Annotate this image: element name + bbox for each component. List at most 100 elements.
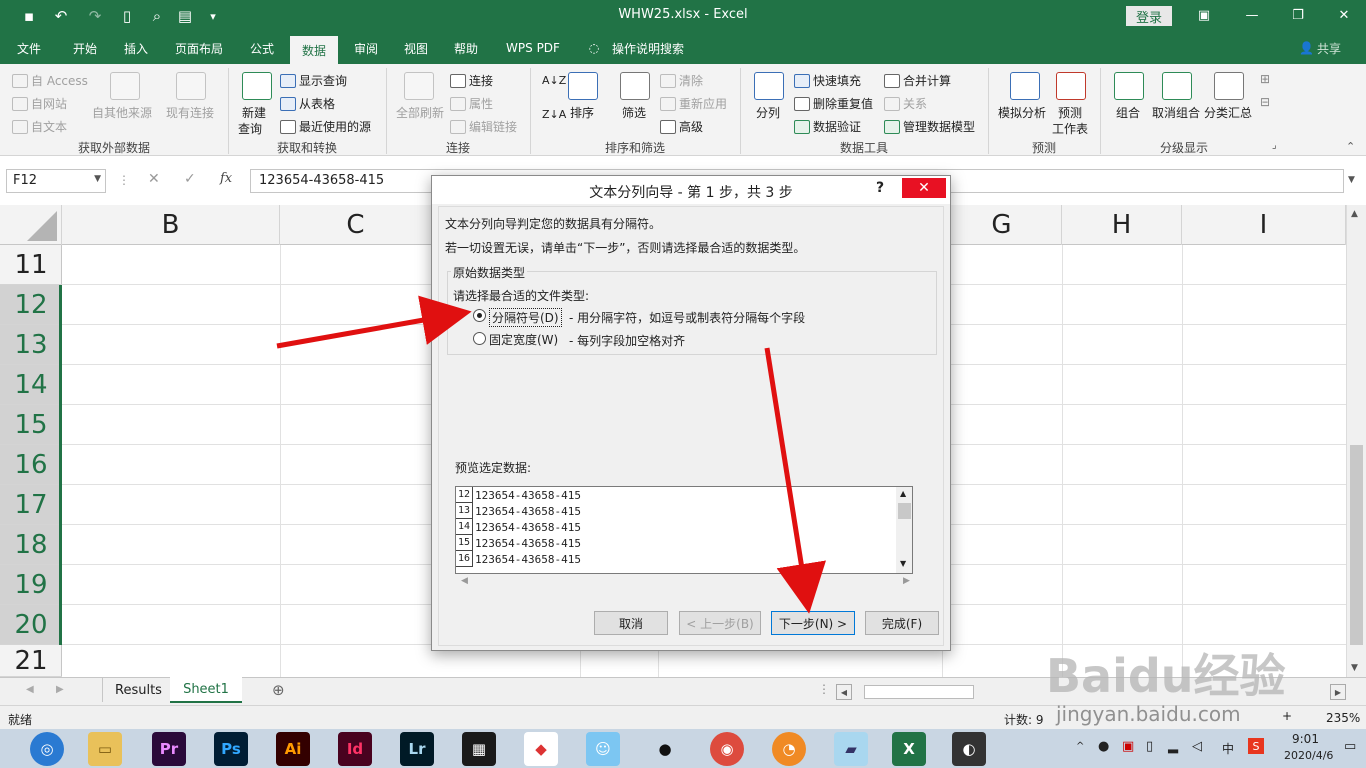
share-button[interactable]: 👤 共享 xyxy=(1296,32,1344,64)
column-header-h[interactable]: H xyxy=(1062,205,1182,245)
file-explorer-icon[interactable]: ▭ xyxy=(88,732,122,766)
dialog-close-button[interactable]: ✕ xyxy=(902,178,946,198)
from-table-button[interactable]: 从表格 xyxy=(280,95,335,112)
clock-time[interactable]: 9:01 xyxy=(1292,732,1319,746)
preview-scroll-down-icon[interactable]: ▼ xyxy=(900,559,906,568)
cat-app-icon[interactable]: ☺ xyxy=(586,732,620,766)
prev-sheet-icon[interactable]: ◀ xyxy=(26,684,34,695)
colorful-app-icon[interactable]: ◆ xyxy=(524,732,558,766)
flash-fill-button[interactable]: 快速填充 xyxy=(794,72,861,89)
tab-view[interactable]: 视图 xyxy=(394,32,438,64)
new-query-label[interactable]: 新建 xyxy=(242,104,266,121)
subtotal-button[interactable]: 分类汇总 xyxy=(1204,104,1252,121)
properties-button[interactable]: 属性 xyxy=(450,95,493,112)
tab-page-layout[interactable]: 页面布局 xyxy=(166,32,232,64)
lightroom-icon[interactable]: Lr xyxy=(400,732,434,766)
cancel-button[interactable]: 取消 xyxy=(594,611,668,635)
image-app-icon[interactable]: ◐ xyxy=(952,732,986,766)
row-header-12[interactable]: 12 xyxy=(0,285,62,325)
form-icon[interactable]: ▤ xyxy=(174,5,196,27)
dialog-titlebar[interactable]: 文本分列向导 - 第 1 步，共 3 步 ? ✕ xyxy=(432,176,950,204)
enter-check-icon[interactable]: ✓ xyxy=(184,171,196,187)
remove-duplicates-button[interactable]: 删除重复值 xyxy=(794,95,873,112)
other-sources-button[interactable]: 自其他来源 xyxy=(92,104,152,121)
tab-wps-pdf[interactable]: WPS PDF xyxy=(496,32,570,64)
new-file-icon[interactable]: ▯ xyxy=(116,5,138,27)
row-header-15[interactable]: 15 xyxy=(0,405,62,445)
scroll-up-icon[interactable]: ▲ xyxy=(1351,209,1358,219)
print-preview-icon[interactable]: ⌕ xyxy=(146,5,168,27)
vertical-scrollbar[interactable]: ▲ ▼ xyxy=(1346,205,1366,677)
tab-help[interactable]: 帮助 xyxy=(444,32,488,64)
filter-button[interactable]: 筛选 xyxy=(622,104,646,121)
excel-taskbar-icon[interactable]: X xyxy=(892,732,926,766)
horizontal-scroll-thumb[interactable] xyxy=(864,685,974,699)
from-access-button[interactable]: 自 Access xyxy=(12,72,88,89)
login-button[interactable]: 登录 xyxy=(1126,6,1172,26)
undo-icon[interactable]: ↶ xyxy=(50,5,72,27)
notes-app-icon[interactable]: ▰ xyxy=(834,732,868,766)
recent-sources-button[interactable]: 最近使用的源 xyxy=(280,118,371,135)
tab-review[interactable]: 审阅 xyxy=(344,32,388,64)
qq-icon[interactable]: ● xyxy=(648,732,682,766)
help-button[interactable]: ? xyxy=(876,180,884,196)
swirl-app-icon[interactable]: ◔ xyxy=(772,732,806,766)
column-header-c[interactable]: C xyxy=(280,205,432,245)
text-to-columns-button[interactable]: 分列 xyxy=(756,104,780,121)
reapply-button[interactable]: 重新应用 xyxy=(660,95,727,112)
edit-links-button[interactable]: 编辑链接 xyxy=(450,118,517,135)
ungroup-button[interactable]: 取消组合 xyxy=(1152,104,1200,121)
from-text-button[interactable]: 自文本 xyxy=(12,118,67,135)
existing-connections-button[interactable]: 现有连接 xyxy=(166,104,214,121)
tray-expand-icon[interactable]: ^ xyxy=(1076,741,1084,752)
insert-function-icon[interactable]: fx xyxy=(220,171,232,186)
relationships-button[interactable]: 关系 xyxy=(884,95,927,112)
row-header-18[interactable]: 18 xyxy=(0,525,62,565)
name-box[interactable]: F12 ▼ xyxy=(6,169,106,193)
preview-scroll-thumb[interactable] xyxy=(898,503,911,519)
new-query-label-2[interactable]: 查询 xyxy=(238,120,262,137)
row-header-17[interactable]: 17 xyxy=(0,485,62,525)
show-queries-button[interactable]: 显示查询 xyxy=(280,72,347,89)
photoshop-icon[interactable]: Ps xyxy=(214,732,248,766)
next-sheet-icon[interactable]: ▶ xyxy=(56,684,64,695)
fixed-width-radio[interactable] xyxy=(473,332,486,345)
qq-tray-icon[interactable]: ● xyxy=(1098,739,1109,754)
volume-icon[interactable]: ◁ xyxy=(1192,739,1202,754)
data-validation-button[interactable]: 数据验证 xyxy=(794,118,861,135)
ribbon-options-icon[interactable]: ▣ xyxy=(1188,4,1220,26)
expand-formula-icon[interactable]: ▼ xyxy=(1348,175,1355,185)
row-header-14[interactable]: 14 xyxy=(0,365,62,405)
show-detail-icon[interactable]: ⊞ xyxy=(1260,72,1270,86)
save-icon[interactable]: ▪ xyxy=(18,5,40,27)
refresh-all-button[interactable]: 全部刷新 xyxy=(396,104,444,121)
tab-file[interactable]: 文件 xyxy=(8,32,50,64)
ime-indicator[interactable]: 中 xyxy=(1222,740,1234,757)
connections-button[interactable]: 连接 xyxy=(450,72,493,89)
collapse-ribbon-icon[interactable]: ⌃ xyxy=(1346,140,1355,153)
preview-vscroll[interactable]: ▲ ▼ xyxy=(896,487,912,573)
sheet-tab-results[interactable]: Results xyxy=(102,678,175,702)
group-button[interactable]: 组合 xyxy=(1116,104,1140,121)
delimited-label[interactable]: 分隔符号(D) xyxy=(489,308,562,327)
sort-ascending-icon[interactable]: A↓Z xyxy=(542,74,566,87)
scroll-down-icon[interactable]: ▼ xyxy=(1351,663,1358,673)
tell-me-search[interactable]: 操作说明搜索 xyxy=(608,32,688,64)
column-header-g[interactable]: G xyxy=(942,205,1062,245)
usb-icon[interactable]: ▯ xyxy=(1146,739,1153,754)
dialog-launcher-icon[interactable]: ⌟ xyxy=(1272,140,1277,151)
tab-home[interactable]: 开始 xyxy=(62,32,108,64)
from-web-button[interactable]: 自网站 xyxy=(12,95,67,112)
preview-scroll-right-icon[interactable]: ▶ xyxy=(903,576,910,586)
delimited-radio[interactable] xyxy=(473,309,486,322)
sogou-ime-icon[interactable]: S xyxy=(1248,738,1264,754)
column-header-i[interactable]: I xyxy=(1182,205,1346,245)
clear-button[interactable]: 清除 xyxy=(660,72,703,89)
premiere-icon[interactable]: Pr xyxy=(152,732,186,766)
hide-detail-icon[interactable]: ⊟ xyxy=(1260,95,1270,109)
clock-date[interactable]: 2020/4/6 xyxy=(1284,749,1333,762)
back-button[interactable]: < 上一步(B) xyxy=(679,611,761,635)
preview-scroll-up-icon[interactable]: ▲ xyxy=(900,489,906,498)
tray-app-icon[interactable]: ▣ xyxy=(1122,739,1134,754)
finish-button[interactable]: 完成(F) xyxy=(865,611,939,635)
